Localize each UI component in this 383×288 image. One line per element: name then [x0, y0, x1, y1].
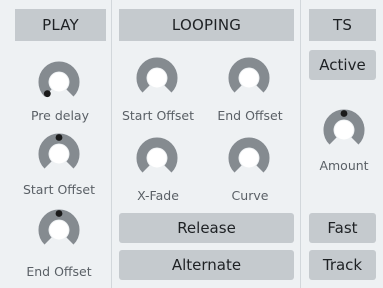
- loop-end-offset-knob[interactable]: [227, 56, 271, 100]
- play-start-offset-knob[interactable]: [37, 132, 81, 176]
- x-fade-label: X-Fade: [137, 188, 179, 203]
- release-button[interactable]: Release: [119, 213, 294, 243]
- pre-delay-knob[interactable]: [37, 60, 81, 104]
- track-button[interactable]: Track: [309, 250, 376, 280]
- loop-start-offset-knob[interactable]: [135, 56, 179, 100]
- loop-start-offset-label: Start Offset: [121, 108, 195, 123]
- play-end-offset-label: End Offset: [26, 264, 92, 279]
- alternate-button[interactable]: Alternate: [119, 250, 294, 280]
- pre-delay-label: Pre delay: [30, 108, 89, 123]
- section-header-play: PLAY: [15, 9, 106, 41]
- curve-knob[interactable]: [227, 136, 271, 180]
- divider-play-looping: [111, 0, 112, 288]
- fast-button[interactable]: Fast: [309, 213, 376, 243]
- active-button[interactable]: Active: [309, 50, 376, 80]
- section-header-looping: LOOPING: [119, 9, 294, 41]
- amount-knob[interactable]: [322, 108, 366, 152]
- play-start-offset-label: Start Offset: [22, 182, 96, 197]
- divider-looping-ts: [300, 0, 301, 288]
- loop-end-offset-label: End Offset: [217, 108, 283, 123]
- curve-label: Curve: [231, 188, 269, 203]
- section-header-ts: TS: [309, 9, 376, 41]
- amount-label: Amount: [319, 158, 369, 173]
- play-end-offset-knob[interactable]: [37, 208, 81, 252]
- x-fade-knob[interactable]: [135, 136, 179, 180]
